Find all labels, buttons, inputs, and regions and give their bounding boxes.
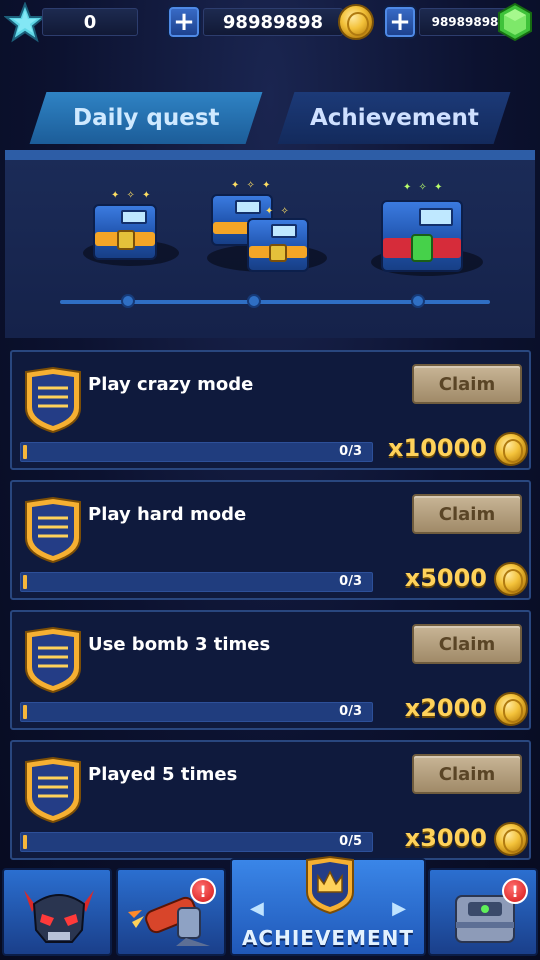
chest-icon[interactable]: ✦ ✧ ✦ ✦ ✧ [201,174,331,284]
quest-reward-amount: x5000 [404,564,487,592]
quest-shield-icon [25,366,81,434]
quest-progress-text: 0/3 [339,574,362,589]
quest-progress-text: 0/3 [339,704,362,719]
quest-shield-icon [25,756,81,824]
quest-reward-amount: x10000 [388,434,487,462]
quest-progress-bar: 0/3 [20,442,373,462]
plus-icon: + [389,7,411,37]
milestone-dot [247,294,261,308]
tab-daily-quest-label: Daily quest [72,105,220,131]
arrow-right-icon[interactable]: ▶ [392,898,406,919]
quest-title: Played 5 times [88,764,238,785]
claim-button[interactable]: Claim [412,624,522,664]
quest-progress-bar: 0/3 [20,702,373,722]
add-coins-button[interactable]: + [167,5,201,39]
quest-title: Use bomb 3 times [88,634,271,655]
quest-row: Played 5 times Claim 0/5 x3000 [10,740,531,860]
tab-achievement[interactable]: Achievement [277,92,511,144]
quest-progress-text: 0/5 [339,834,362,849]
crown-shield-icon [306,856,354,914]
milestone-dot [121,294,135,308]
quest-reward-amount: x2000 [404,694,487,722]
quest-title: Play hard mode [88,504,247,525]
quest-shield-icon [25,626,81,694]
chest-icon[interactable]: ✦ ✧ ✦ [369,178,489,288]
nav-chest-button[interactable]: ! [428,868,538,956]
nav-active-label: ACHIEVEMENT [241,926,415,950]
reward-chest-panel: ✦ ✧ ✦ ✦ ✧ ✦ ✦ ✧ ✦ ✧ ✦ [5,150,535,338]
quest-title: Play crazy mode [88,374,254,395]
coin-icon [494,562,528,596]
quest-progress-bar: 0/5 [20,832,373,852]
nav-boss-button[interactable] [2,868,112,956]
milestone-dot [411,294,425,308]
coin-count: 98989898 [203,8,343,36]
quest-progress-bar: 0/3 [20,572,373,592]
quest-row: Play hard mode Claim 0/3 x5000 [10,480,531,600]
alert-badge: ! [502,878,528,904]
claim-button[interactable]: Claim [412,494,522,534]
star-icon [4,2,46,43]
coin-icon [494,432,528,466]
currency-bar: 0 + 98989898 + 98989898 [0,0,540,46]
add-gems-button[interactable]: + [383,5,417,39]
nav-weapon-button[interactable]: ! [116,868,226,956]
arrow-left-icon[interactable]: ◀ [250,898,264,919]
plus-icon: + [173,7,195,37]
star-count: 0 [42,8,138,36]
quest-reward-amount: x3000 [404,824,487,852]
tab-daily-quest[interactable]: Daily quest [29,92,263,144]
claim-button[interactable]: Claim [412,754,522,794]
gem-icon [498,3,532,41]
coin-icon [494,692,528,726]
quest-shield-icon [25,496,81,564]
quest-row: Play crazy mode Claim 0/3 x10000 [10,350,531,470]
nav-achievement-button[interactable]: ◀ ▶ ACHIEVEMENT [230,856,426,956]
tab-achievement-label: Achievement [309,105,479,131]
claim-button[interactable]: Claim [412,364,522,404]
coin-icon [338,4,374,40]
skull-icon [24,890,94,943]
bottom-nav: ! ◀ ▶ ACHIEVEMENT ! [0,856,540,960]
chest-icon[interactable]: ✦ ✧ ✦ [83,180,183,270]
alert-badge: ! [190,878,216,904]
coin-icon [494,822,528,856]
quest-progress-text: 0/3 [339,444,362,459]
quest-row: Use bomb 3 times Claim 0/3 x2000 [10,610,531,730]
